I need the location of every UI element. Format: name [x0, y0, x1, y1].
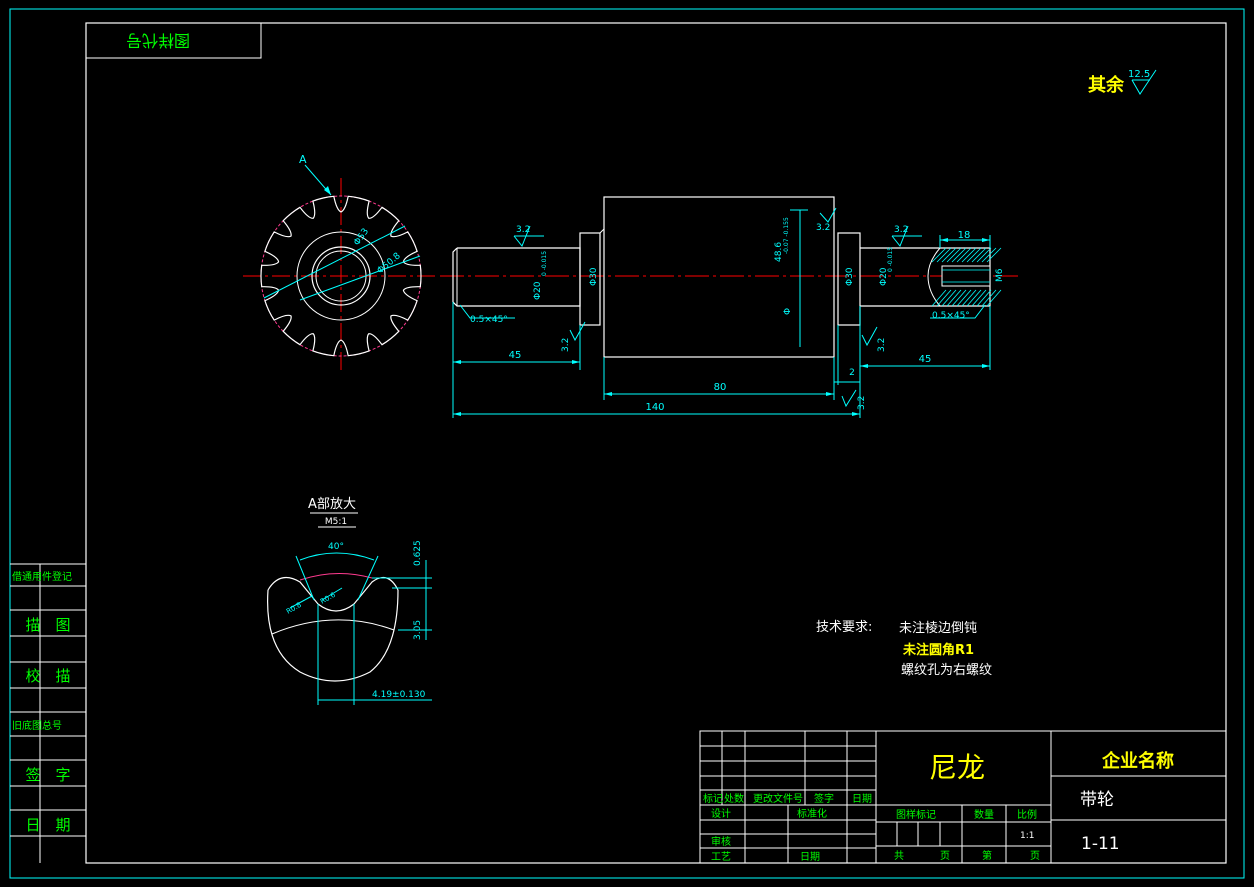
tech-req-line1: 未注棱边倒钝	[899, 620, 977, 636]
tb-h-scale: 比例	[1017, 808, 1037, 821]
detail-a-view	[267, 552, 432, 705]
company-text: 企业名称	[1101, 750, 1174, 772]
roughness-value: 12.5	[1128, 69, 1150, 80]
drawing-code-label: 图样代号	[126, 31, 190, 50]
tb-h-stage: 图样标记	[896, 808, 936, 821]
tb-h-sheet: 第	[982, 849, 992, 862]
detail-angle-arc	[299, 552, 375, 561]
tb-h-qty: 数量	[974, 808, 994, 821]
tb-h-process: 工艺	[711, 851, 731, 863]
detail-d419: 4.19±0.130	[372, 690, 426, 700]
tech-req-line2: 未注圆角R1	[902, 642, 974, 658]
dim-45-right: 45	[919, 354, 932, 365]
dim-2: 2	[849, 368, 855, 378]
tb-h-mark: 标记	[703, 793, 723, 805]
left-journal	[452, 247, 581, 307]
chamfer-left: 0.5×45°	[470, 315, 508, 325]
part-name-text: 带轮	[1080, 790, 1114, 810]
side-item-2: 描 图	[25, 616, 70, 634]
roughness-marks	[513, 207, 922, 408]
tol-20-left: 0 -0.015	[541, 251, 548, 276]
roughness-c: 3.2	[894, 225, 908, 235]
m6-label: M6	[995, 268, 1005, 282]
roughness-b: 3.2	[816, 223, 830, 233]
side-item-6: 日 期	[25, 816, 70, 834]
roughness-e: 3.2	[877, 338, 887, 352]
tb-h-date2: 日期	[800, 851, 820, 863]
tol-48: -0.07 -0.155	[783, 217, 790, 254]
tb-h-date: 日期	[852, 793, 872, 805]
dia50-leader	[299, 255, 421, 301]
tb-scale-value: 1:1	[1020, 831, 1034, 841]
detail-title: A部放大	[308, 497, 356, 512]
view-a-label: A	[299, 153, 307, 166]
roughness-a: 3.2	[516, 225, 530, 235]
tb-h-total: 共	[894, 850, 904, 862]
detail-pitch-arc	[299, 572, 373, 581]
detail-inner-arc	[271, 619, 395, 635]
leader-a-arrow	[324, 186, 331, 195]
roughness-f: 3.2	[857, 396, 867, 410]
detail-angle-left	[295, 555, 315, 601]
tech-req-title: 技术要求:	[816, 620, 872, 635]
shaft-main-view	[440, 196, 1018, 358]
tb-h-count: 处数	[724, 792, 744, 805]
inner-border	[85, 22, 1227, 864]
detail-r08a: R0.8	[285, 601, 303, 616]
dim-140: 140	[645, 402, 664, 413]
phi30-right: Φ30	[845, 267, 855, 286]
dim-45-left: 45	[509, 350, 522, 361]
end-view-wheel: A Φ53 Φ50.8	[243, 153, 435, 372]
detail-scale: M5:1	[325, 517, 347, 527]
detail-d305: 3.05	[413, 620, 423, 640]
phi30-left: Φ30	[589, 267, 599, 286]
side-item-4: 旧底图总号	[12, 719, 62, 732]
side-item-5: 签 字	[25, 766, 70, 784]
tb-h-sign: 签字	[814, 792, 834, 805]
material-text: 尼龙	[929, 751, 985, 784]
tb-h-page: 页	[940, 850, 950, 862]
phi20-left: Φ20	[533, 281, 543, 300]
roughness-d: 3.2	[561, 338, 571, 352]
dim-18: 18	[958, 230, 971, 241]
roughness-label: 其余	[1088, 74, 1125, 96]
side-item-1: 借通用件登记	[12, 570, 72, 583]
drawing-canvas: 图样代号 其余 12.5 A Φ53 Φ50.8 45 80 140 45 18…	[9, 8, 1245, 879]
detail-angle-40: 40°	[328, 542, 344, 552]
thread-hole-section	[927, 247, 941, 307]
tb-h-change: 更改文件号	[753, 792, 803, 805]
drawing-number-text: 1-11	[1081, 834, 1120, 854]
chamfer-right: 0.5×45°	[932, 311, 970, 321]
detail-d0625: 0.625	[413, 540, 423, 566]
tb-h-review: 审核	[711, 835, 731, 848]
tb-h-page2: 页	[1030, 850, 1040, 862]
tb-h-std: 标准化	[797, 807, 827, 820]
outer-border	[9, 8, 1245, 879]
tol-20-right: 0 -0.015	[887, 247, 894, 272]
dim-80: 80	[714, 382, 727, 393]
phi-body: Φ	[783, 308, 793, 315]
side-item-3: 校 描	[25, 667, 70, 685]
tb-h-design: 设计	[711, 807, 731, 820]
thread-hole	[941, 265, 991, 287]
tech-req-line3: 螺纹孔为右螺纹	[901, 663, 992, 678]
detail-rim	[267, 589, 399, 682]
